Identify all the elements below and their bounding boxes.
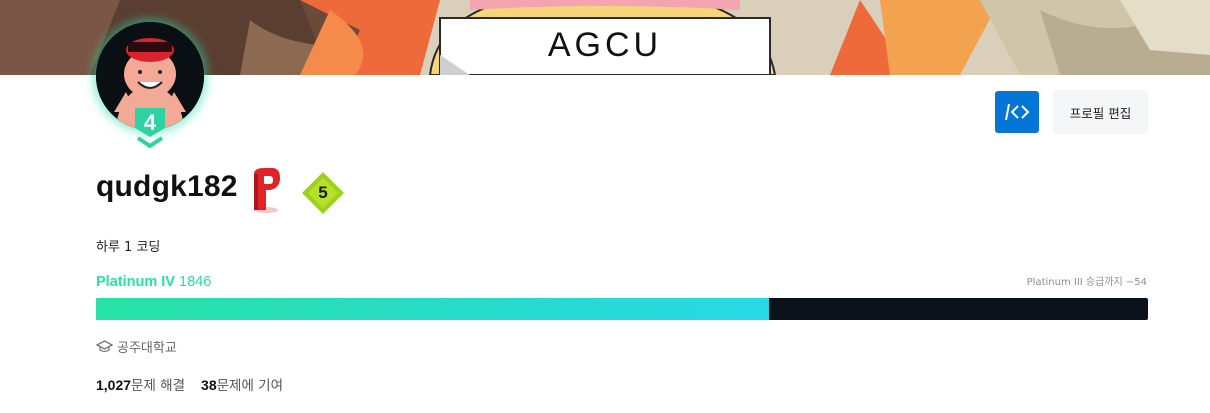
- school-info[interactable]: 공주대학교: [96, 337, 177, 356]
- contrib-count: 38: [201, 377, 217, 393]
- rating-progress-fill: [96, 298, 770, 320]
- stats-row: 1,027문제 해결 38문제에 기여: [96, 374, 283, 394]
- code-button[interactable]: [995, 91, 1039, 133]
- contrib-stat[interactable]: 38문제에 기여: [201, 374, 283, 394]
- username: qudgk182: [96, 170, 238, 203]
- chevron-down-icon: [136, 136, 164, 149]
- next-tier-text: Platinum III 승급까지 −54: [1026, 277, 1147, 288]
- solved-label: 문제 해결: [131, 378, 186, 394]
- class-number: 5: [318, 183, 328, 202]
- level-number: 4: [143, 110, 157, 135]
- rating-progress-bar: [96, 298, 1148, 320]
- school-name: 공주대학교: [117, 341, 177, 356]
- edit-profile-button[interactable]: 프로필 편집: [1053, 90, 1148, 134]
- graduation-cap-icon: [96, 339, 113, 352]
- platinum-badge-icon[interactable]: [248, 168, 284, 214]
- banner-text: AGCU: [548, 26, 662, 64]
- solved-count: 1,027: [96, 377, 132, 393]
- tier-rating: 1846: [179, 274, 212, 290]
- contrib-label: 문제에 기여: [216, 378, 284, 394]
- tier-name: Platinum IV: [96, 274, 175, 290]
- solved-stat[interactable]: 1,027문제 해결: [96, 374, 185, 394]
- avatar-container: 4: [96, 22, 204, 149]
- bio-text: 하루 1 코딩: [96, 240, 161, 255]
- tier-label[interactable]: Platinum IV 1846: [96, 274, 211, 290]
- code-icon: [1005, 103, 1030, 121]
- class-badge[interactable]: 5: [300, 170, 346, 216]
